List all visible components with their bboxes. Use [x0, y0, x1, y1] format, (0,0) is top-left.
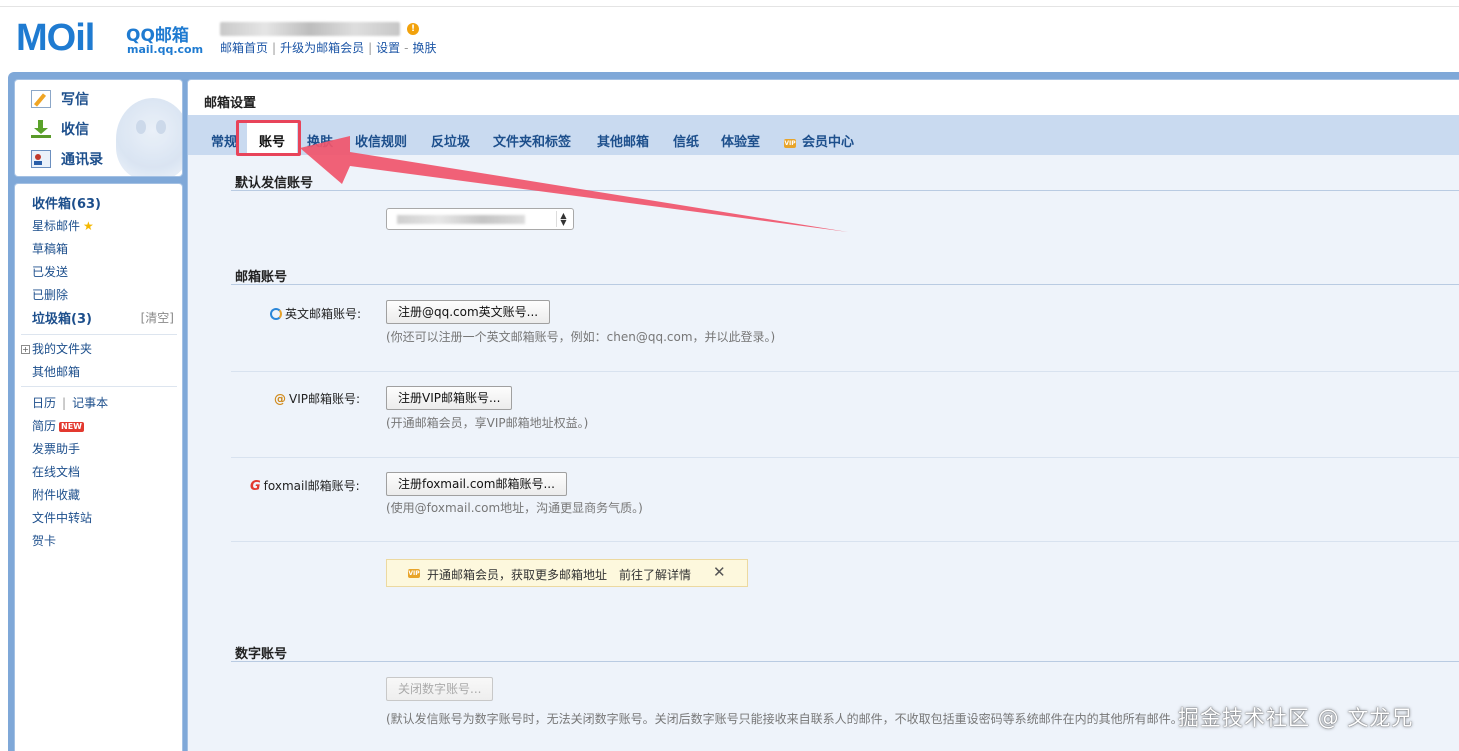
annotation-arrow: [300, 136, 848, 232]
watermark: 掘金技术社区 @ 文龙兄: [1178, 706, 1414, 730]
